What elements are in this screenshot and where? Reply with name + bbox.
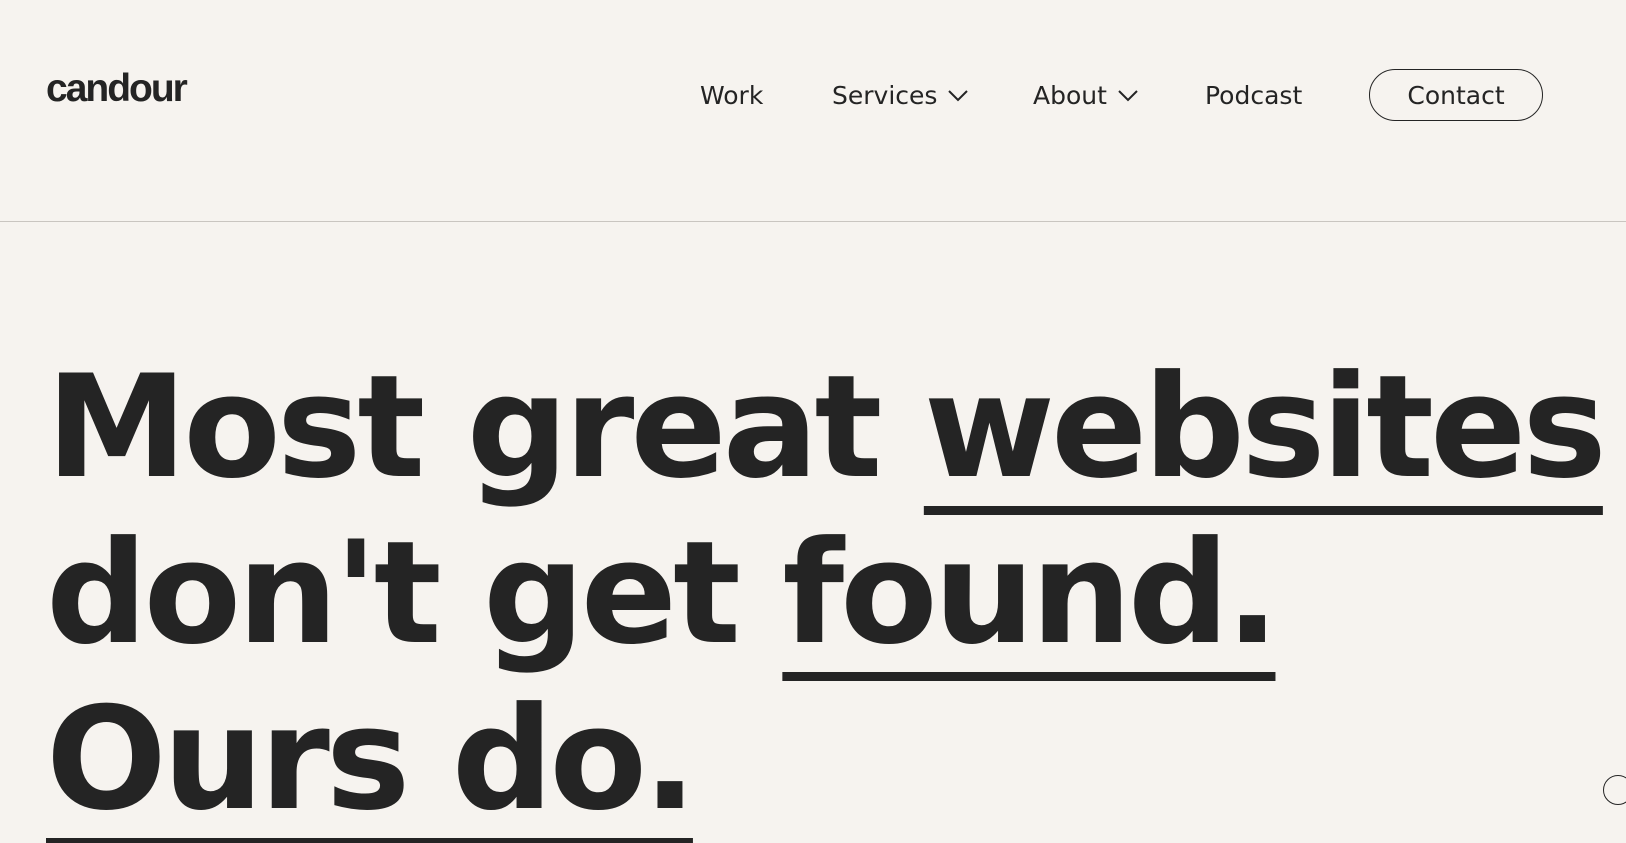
nav-item-podcast[interactable]: Podcast (1205, 74, 1302, 116)
hero-line-3: Ours do. (46, 677, 1606, 843)
chevron-down-icon (1118, 90, 1138, 102)
circle-button-icon[interactable] (1603, 775, 1626, 805)
nav-item-work[interactable]: Work (700, 74, 763, 116)
contact-button[interactable]: Contact (1369, 69, 1543, 121)
nav-item-services-label: Services (832, 80, 938, 110)
nav-item-podcast-label: Podcast (1205, 80, 1303, 110)
hero-line-1-text: Most great (46, 345, 924, 511)
nav-item-about-label: About (1033, 80, 1107, 110)
chevron-down-icon (948, 90, 969, 102)
hero-line-2-text: don't get (46, 511, 783, 677)
hero-underline-ours-do: Ours do. (46, 677, 697, 843)
hero-line-1: Most great websites (46, 345, 1607, 511)
nav-item-services[interactable]: Services (832, 74, 969, 116)
hero-underline-found: found. (782, 511, 1279, 677)
contact-button-label: Contact (1407, 80, 1505, 110)
nav-item-about[interactable]: About (1033, 74, 1139, 116)
hero-underline-websites: websites (923, 345, 1607, 511)
site-header: candour Work Services About Podcast Cont… (0, 0, 1626, 222)
hero-heading: Most great websites don't get found. Our… (46, 345, 1607, 843)
logo[interactable]: candour (46, 66, 188, 112)
nav-item-work-label: Work (700, 80, 764, 110)
hero-line-2: don't get found. (46, 511, 1606, 677)
